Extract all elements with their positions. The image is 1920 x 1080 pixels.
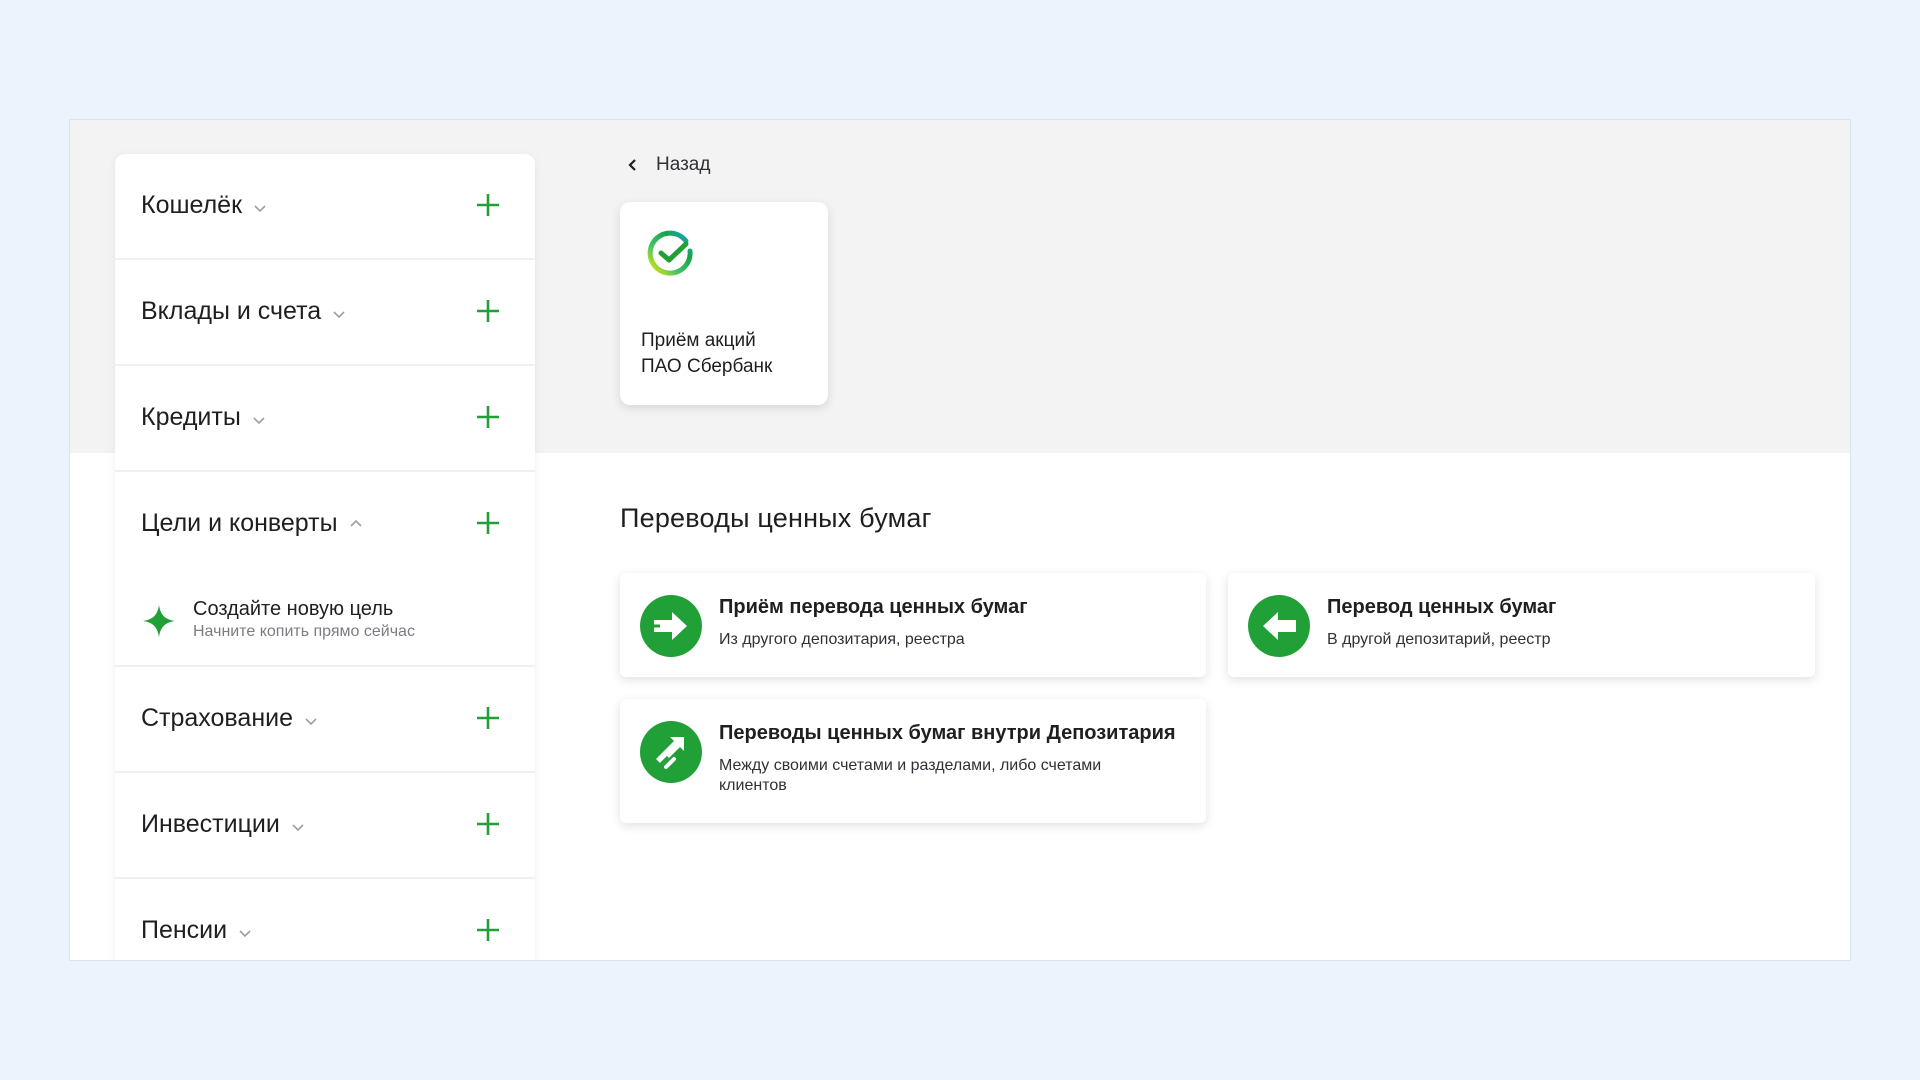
sparkle-icon <box>143 605 175 637</box>
card-subtitle: Между своими счетами и разделами, либо с… <box>719 757 1102 794</box>
incoming-transfer-card[interactable]: Приём перевода ценных бумаг Из другого д… <box>620 573 1206 677</box>
chevron-down-icon <box>239 930 251 938</box>
add-deposit-button[interactable] <box>475 298 501 324</box>
add-goal-button[interactable] <box>475 510 501 536</box>
arrow-right-icon <box>640 595 702 657</box>
app-window: Кошелёк Вклады и счета Кредиты Цели и ко… <box>69 119 1851 961</box>
sidebar-item-label: Кошелёк <box>141 190 243 219</box>
add-credit-button[interactable] <box>475 404 501 430</box>
card-title: Приём перевода ценных бумаг <box>719 596 1028 618</box>
sidebar-item-label: Цели и конверты <box>141 508 338 537</box>
arrow-left-icon <box>1248 595 1310 657</box>
sidebar-item-deposits-toggle[interactable]: Вклады и счета <box>141 294 347 328</box>
card-subtitle: Из другого депозитария, реестра <box>719 631 965 648</box>
sidebar-item-label: Пенсии <box>141 915 228 944</box>
section-title: Переводы ценных бумаг <box>620 503 932 533</box>
sidebar-item-label: Вклады и счета <box>141 296 322 325</box>
sidebar-item-pensions-toggle[interactable]: Пенсии <box>141 913 253 947</box>
sidebar-item-wallet-toggle[interactable]: Кошелёк <box>141 188 268 222</box>
sidebar-item-investments: Инвестиции <box>115 773 535 879</box>
add-pension-button[interactable] <box>475 917 501 943</box>
chevron-down-icon <box>333 311 345 319</box>
chevron-down-icon <box>305 718 317 726</box>
create-goal-subtitle: Начните копить прямо сейчас <box>193 623 415 640</box>
create-goal-title: Создайте новую цель <box>193 598 394 620</box>
internal-transfer-card[interactable]: Переводы ценных бумаг внутри Депозитария… <box>620 699 1206 823</box>
exchange-icon <box>640 721 702 783</box>
create-goal-link[interactable]: Создайте новую цель Начните копить прямо… <box>141 597 415 643</box>
sidebar-item-label: Кредиты <box>141 402 241 431</box>
create-goal-text: Создайте новую цель Начните копить прямо… <box>193 597 415 643</box>
sidebar-item-label: Страхование <box>141 703 294 732</box>
sber-shares-card[interactable]: Приём акций ПАО Сбербанк <box>620 202 828 405</box>
sidebar-item-label: Инвестиции <box>141 809 280 838</box>
chevron-up-icon <box>350 519 362 527</box>
sidebar-item-credits-toggle[interactable]: Кредиты <box>141 400 267 434</box>
sber-logo-icon <box>647 230 693 276</box>
sidebar-item-deposits: Вклады и счета <box>115 260 535 366</box>
sidebar-item-insurance: Страхование <box>115 667 535 773</box>
chevron-down-icon <box>292 824 304 832</box>
sidebar: Кошелёк Вклады и счета Кредиты Цели и ко… <box>115 154 535 960</box>
card-subtitle: В другой депозитарий, реестр <box>1327 631 1551 648</box>
chevron-left-icon <box>628 159 636 171</box>
chevron-down-icon <box>254 205 266 213</box>
sidebar-item-insurance-toggle[interactable]: Страхование <box>141 701 319 735</box>
outgoing-transfer-card[interactable]: Перевод ценных бумаг В другой депозитари… <box>1228 573 1815 677</box>
sidebar-item-investments-toggle[interactable]: Инвестиции <box>141 807 306 841</box>
sidebar-item-goals-toggle[interactable]: Цели и конверты <box>141 506 364 540</box>
sidebar-item-wallet: Кошелёк <box>115 154 535 260</box>
add-wallet-button[interactable] <box>475 192 501 218</box>
back-label: Назад <box>656 154 711 175</box>
sidebar-item-pensions: Пенсии <box>115 879 535 960</box>
add-insurance-button[interactable] <box>475 705 501 731</box>
sber-shares-title: Приём акций ПАО Сбербанк <box>641 330 773 377</box>
sidebar-item-goals: Цели и конверты Создайте новую цель Начн… <box>115 472 535 667</box>
sidebar-item-credits: Кредиты <box>115 366 535 472</box>
card-title: Перевод ценных бумаг <box>1327 596 1557 618</box>
card-title: Переводы ценных бумаг внутри Депозитария <box>719 722 1176 744</box>
add-investment-button[interactable] <box>475 811 501 837</box>
back-button[interactable]: Назад <box>624 154 710 176</box>
chevron-down-icon <box>253 417 265 425</box>
